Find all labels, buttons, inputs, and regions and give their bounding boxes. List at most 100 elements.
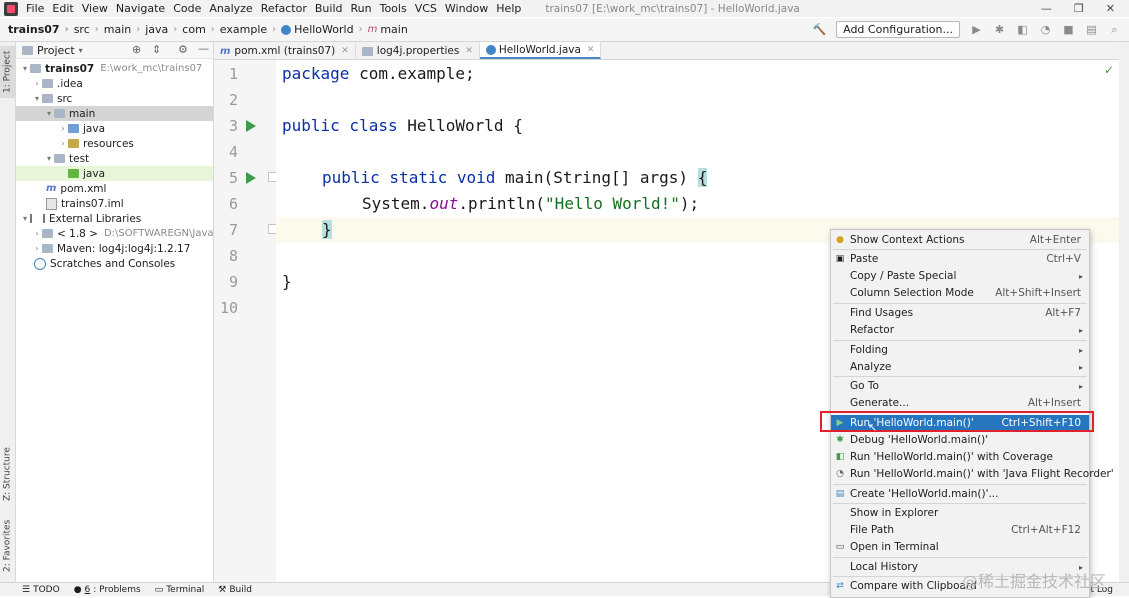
tree-item-idea[interactable]: › .idea [16, 76, 229, 91]
menu-vcs[interactable]: VCS [411, 0, 441, 17]
chevron-right-icon[interactable]: › [32, 229, 42, 238]
navigation-bar: trains07 › src › main › java › com › example ›… [0, 18, 1129, 42]
tree-item-pom[interactable]: m pom.xml [16, 181, 243, 196]
tree-item-main[interactable]: ▾ main [16, 106, 213, 121]
breadcrumb-project[interactable]: trains07 › [8, 23, 74, 36]
restore-icon[interactable]: ❐ [1074, 2, 1084, 15]
line-number: 7 [228, 221, 238, 239]
breadcrumb-main[interactable]: main › [104, 23, 145, 36]
chevron-down-icon[interactable]: ▾ [32, 94, 42, 103]
project-structure-icon[interactable]: ▤ [1085, 23, 1098, 36]
structure-tool-tab[interactable]: Z: Structure [0, 442, 15, 506]
close-tab-icon[interactable]: ✕ [341, 46, 349, 56]
tree-item-jdk[interactable]: › < 1.8 > D:\SOFTWAREGN\Java\jd [16, 226, 229, 241]
chevron-down-icon[interactable]: ▾ [20, 64, 30, 73]
tab-helloworld-java[interactable]: HelloWorld.java ✕ [479, 42, 602, 59]
menu-file[interactable]: File [22, 0, 48, 17]
problems-tool-button[interactable]: ● 6: Problems [74, 585, 141, 595]
tree-item-test[interactable]: ▾ test [16, 151, 241, 166]
project-tool-tab[interactable]: 1: Project [0, 46, 15, 98]
menu-code[interactable]: Code [169, 0, 205, 17]
run-icon[interactable]: ▶ [970, 23, 983, 36]
menu-go-to[interactable]: Go To ▸ [831, 378, 1089, 394]
menu-help[interactable]: Help [492, 0, 525, 17]
menu-folding[interactable]: Folding ▸ [831, 342, 1089, 358]
menu-edit[interactable]: Edit [48, 0, 77, 17]
inspection-ok-check-icon[interactable]: ✓ [1104, 63, 1114, 77]
menu-refactor[interactable]: Refactor ▸ [831, 322, 1089, 338]
tree-item-external-libraries[interactable]: ▾ External Libraries [16, 211, 217, 226]
coverage-icon[interactable]: ◧ [1016, 23, 1029, 36]
tree-item-scratches[interactable]: Scratches and Consoles [16, 256, 231, 271]
add-configuration-button[interactable]: Add Configuration... [836, 21, 960, 38]
menu-view[interactable]: View [78, 0, 112, 17]
tree-item-trains07[interactable]: ▾ trains07 E:\work_mc\trains07 [16, 61, 217, 76]
breadcrumb-method-main[interactable]: m main [368, 23, 408, 36]
menu-copy-paste-special[interactable]: Copy / Paste Special ▸ [831, 268, 1089, 284]
menu-debug-helloworld-main[interactable]: ✱ Debug 'HelloWorld.main()' [831, 432, 1089, 448]
search-everywhere-icon[interactable]: ⌕ [1108, 23, 1121, 36]
menu-paste[interactable]: ▣ Paste Ctrl+V [831, 251, 1089, 267]
chevron-down-icon[interactable]: ▾ [44, 154, 54, 163]
menu-run-with-flight-recorder[interactable]: ◔ Run 'HelloWorld.main()' with 'Java Flig… [831, 466, 1114, 482]
favorites-tool-tab[interactable]: 2: Favorites [0, 516, 15, 576]
breadcrumb-src[interactable]: src › [74, 23, 104, 36]
breadcrumb-example[interactable]: example › [220, 23, 281, 36]
menu-find-usages[interactable]: Find Usages Alt+F7 [831, 305, 1089, 321]
tree-item-src[interactable]: ▾ src [16, 91, 229, 106]
tree-item-maven-log4j[interactable]: › Maven: log4j:log4j:1.2.17 [16, 241, 229, 256]
chevron-down-icon[interactable]: ▾ [44, 109, 54, 118]
run-class-gutter-icon[interactable] [246, 120, 256, 132]
menu-build[interactable]: Build [311, 0, 347, 17]
menu-show-in-explorer[interactable]: Show in Explorer [831, 505, 1089, 521]
todo-tool-button[interactable]: ☰ TODO [22, 585, 60, 595]
menu-analyze[interactable]: Analyze ▸ [831, 359, 1089, 375]
menu-file-path[interactable]: File Path Ctrl+Alt+F12 [831, 522, 1089, 538]
close-tab-icon[interactable]: ✕ [465, 46, 473, 56]
stop-icon[interactable]: ■ [1062, 23, 1075, 36]
tree-item-test-java[interactable]: java [16, 166, 213, 181]
build-tool-button[interactable]: ⚒ Build [218, 585, 252, 595]
menu-item-label: Compare with Clipboard [850, 580, 977, 592]
menu-generate[interactable]: Generate... Alt+Insert [831, 395, 1089, 411]
close-icon[interactable]: ✕ [1106, 2, 1115, 15]
close-tab-icon[interactable]: ✕ [587, 45, 595, 55]
debug-icon[interactable]: ✱ [993, 23, 1006, 36]
tab-label: pom.xml (trains07) [234, 45, 336, 57]
chevron-right-icon[interactable]: › [32, 244, 42, 253]
debug-bug-icon: ✱ [836, 435, 844, 445]
menu-run-with-coverage[interactable]: ◧ Run 'HelloWorld.main()' with Coverage [831, 449, 1089, 465]
hide-panel-icon[interactable]: — [198, 42, 209, 55]
menu-column-selection-mode[interactable]: Column Selection Mode Alt+Shift+Insert [831, 285, 1089, 301]
menu-create-run-config[interactable]: ▤ Create 'HelloWorld.main()'... [831, 486, 1089, 502]
tab-pom-xml[interactable]: m pom.xml (trains07) ✕ [214, 43, 356, 59]
library-icon [30, 214, 45, 223]
breadcrumb-java[interactable]: java › [145, 23, 182, 36]
terminal-tool-button[interactable]: ▭ Terminal [155, 585, 205, 595]
tab-log4j-properties[interactable]: log4j.properties ✕ [356, 43, 480, 59]
menu-refactor[interactable]: Refactor [257, 0, 311, 17]
chevron-down-icon[interactable]: ▾ [20, 214, 30, 223]
breadcrumb-helloworld[interactable]: HelloWorld › [281, 23, 367, 36]
breadcrumb-com[interactable]: com › [182, 23, 220, 36]
collapse-all-icon[interactable]: ⇕ [152, 43, 161, 56]
chevron-right-icon[interactable]: › [58, 124, 68, 133]
locate-file-icon[interactable]: ⊕ [132, 43, 141, 56]
menu-window[interactable]: Window [441, 0, 492, 17]
tree-item-iml[interactable]: trains07.iml [16, 196, 243, 211]
gear-icon[interactable]: ⚙ [178, 43, 188, 56]
menu-show-context-actions[interactable]: ● Show Context Actions Alt+Enter [831, 232, 1089, 248]
project-view-selector[interactable]: Project [37, 44, 75, 57]
profile-icon[interactable]: ◔ [1039, 23, 1052, 36]
minimize-icon[interactable]: — [1041, 2, 1052, 15]
hammer-build-icon[interactable]: 🔨 [813, 23, 827, 36]
chevron-right-icon[interactable]: › [32, 79, 42, 88]
menu-tools[interactable]: Tools [376, 0, 411, 17]
run-main-gutter-icon[interactable] [246, 172, 256, 184]
menu-open-in-terminal[interactable]: ▭ Open in Terminal [831, 539, 1089, 555]
menu-navigate[interactable]: Navigate [112, 0, 169, 17]
menu-run[interactable]: Run [347, 0, 376, 17]
chevron-right-icon[interactable]: › [58, 139, 68, 148]
menu-analyze[interactable]: Analyze [205, 0, 256, 17]
dropdown-arrow-icon[interactable]: ▾ [79, 46, 83, 55]
